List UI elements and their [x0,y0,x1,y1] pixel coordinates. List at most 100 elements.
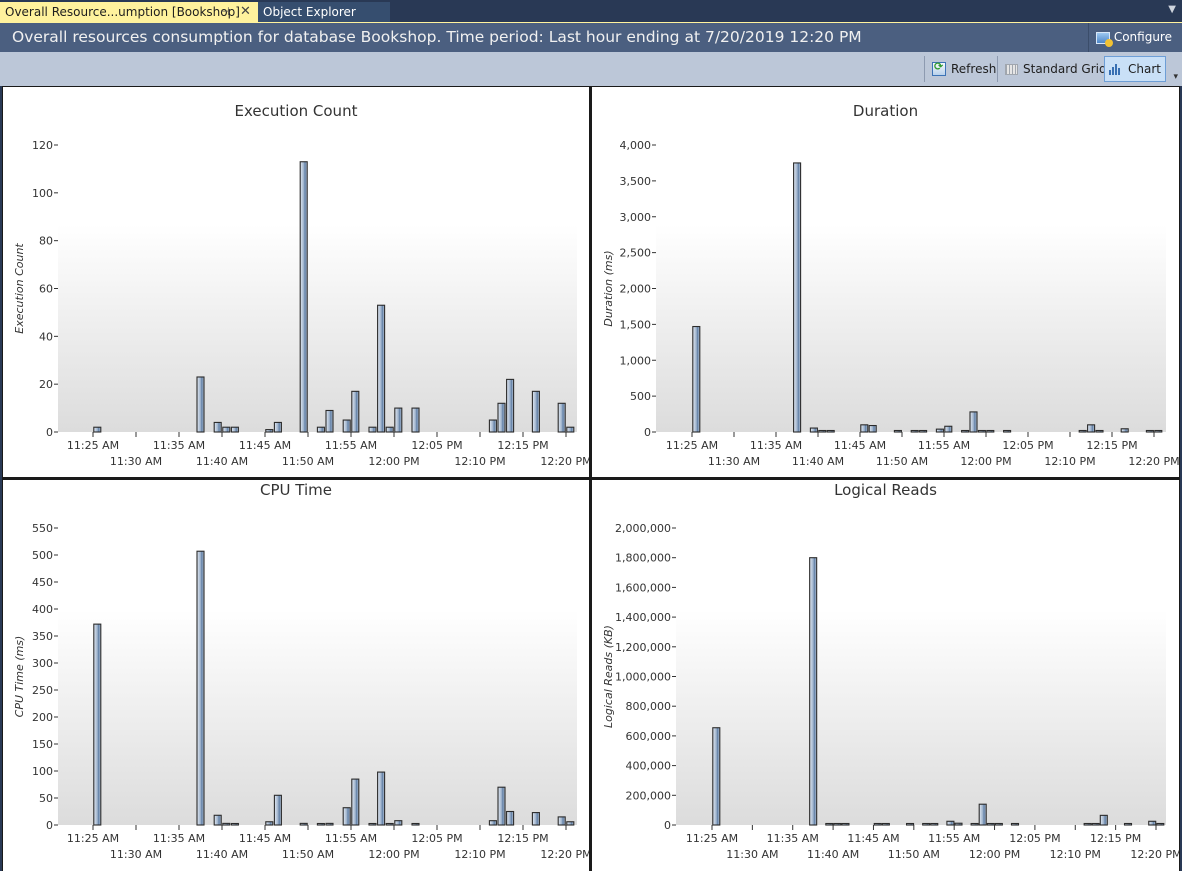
configure-button[interactable]: Configure [1087,23,1182,52]
bar[interactable] [394,820,403,826]
bar[interactable] [860,424,869,433]
bar[interactable] [368,822,377,826]
bar[interactable] [196,550,205,826]
bar[interactable] [299,822,308,826]
bar[interactable] [196,376,205,433]
bar[interactable] [1003,429,1012,433]
bar[interactable] [935,428,944,433]
bar[interactable] [222,426,231,433]
chart-button[interactable]: Chart [1104,56,1166,82]
bar[interactable] [1078,429,1087,433]
bar[interactable] [881,822,890,826]
bar[interactable] [497,786,506,826]
bar[interactable] [910,429,919,433]
bar[interactable] [809,557,818,826]
bar[interactable] [273,794,282,826]
bar[interactable] [922,822,931,826]
bar[interactable] [342,419,351,433]
bar[interactable] [712,727,721,826]
bar[interactable] [93,426,102,433]
bar[interactable] [692,325,701,433]
pin-icon[interactable]: ⊣ [220,2,230,22]
bar[interactable] [377,771,386,826]
bar[interactable] [566,821,575,826]
bar[interactable] [325,822,334,826]
bar[interactable] [557,402,566,433]
bar[interactable] [930,822,939,826]
bar[interactable] [944,425,953,433]
bar[interactable] [213,814,222,826]
tab-object-explorer[interactable]: Object Explorer [258,2,390,22]
bar[interactable] [809,427,818,433]
bar[interactable] [368,426,377,433]
toolbar-overflow-icon[interactable]: ▾ [1173,72,1178,82]
bar[interactable] [1091,822,1100,826]
bar[interactable] [506,378,515,433]
bar[interactable] [488,419,497,433]
bar[interactable] [299,161,308,433]
bar[interactable] [385,822,394,826]
bar[interactable] [488,820,497,826]
bar[interactable] [531,812,540,826]
bar[interactable] [377,304,386,433]
bar[interactable] [818,429,827,433]
tab-list-dropdown-icon[interactable]: ▼ [1168,4,1176,15]
bar[interactable] [893,429,902,433]
bar[interactable] [411,822,420,826]
bar[interactable] [961,429,970,433]
bar[interactable] [1123,822,1133,826]
bar[interactable] [230,426,239,433]
bar[interactable] [325,409,334,433]
bar[interactable] [273,421,282,433]
bar[interactable] [905,822,915,826]
bar[interactable] [385,426,394,433]
bar[interactable] [825,822,834,826]
bar[interactable] [342,807,351,826]
bar[interactable] [969,411,978,433]
bar[interactable] [351,390,360,433]
bar[interactable] [557,816,566,826]
bar[interactable] [1156,822,1165,826]
bar[interactable] [868,424,877,433]
bar[interactable] [970,822,979,826]
bar[interactable] [978,803,987,826]
bar[interactable] [954,822,963,826]
bar[interactable] [1099,814,1108,826]
bar[interactable] [497,402,506,433]
bar[interactable] [1095,429,1104,433]
tab-overall-resource-consumption[interactable]: Overall Resource...umption [Bookshop] ⊣ … [0,2,258,22]
bar[interactable] [1148,820,1157,826]
bar[interactable] [222,822,231,826]
bar[interactable] [977,429,986,433]
bar[interactable] [93,623,102,826]
bar[interactable] [265,429,274,433]
bar[interactable] [316,426,325,433]
bar[interactable] [351,778,360,826]
bar[interactable] [793,162,802,433]
bar[interactable] [213,421,222,433]
bar[interactable] [531,390,540,433]
bar[interactable] [316,822,325,826]
bar[interactable] [841,822,850,826]
bar[interactable] [265,821,274,826]
bar[interactable] [566,426,575,433]
refresh-button[interactable]: Refresh [928,56,1000,82]
bar[interactable] [1083,822,1092,826]
bar[interactable] [1145,429,1154,433]
bar[interactable] [411,407,420,433]
bar[interactable] [1087,424,1096,433]
close-icon[interactable]: ✕ [240,2,251,22]
bar[interactable] [919,429,928,433]
standard-grid-button[interactable]: Standard Grid [1001,56,1111,82]
bar[interactable] [1120,428,1129,433]
bar[interactable] [230,822,239,826]
bar[interactable] [1154,429,1163,433]
bar[interactable] [826,429,835,433]
bar[interactable] [506,810,515,826]
bar[interactable] [986,822,995,826]
bar[interactable] [986,429,995,433]
bar[interactable] [873,822,882,826]
bar[interactable] [946,820,955,826]
bar[interactable] [833,822,842,826]
bar[interactable] [994,822,1003,826]
